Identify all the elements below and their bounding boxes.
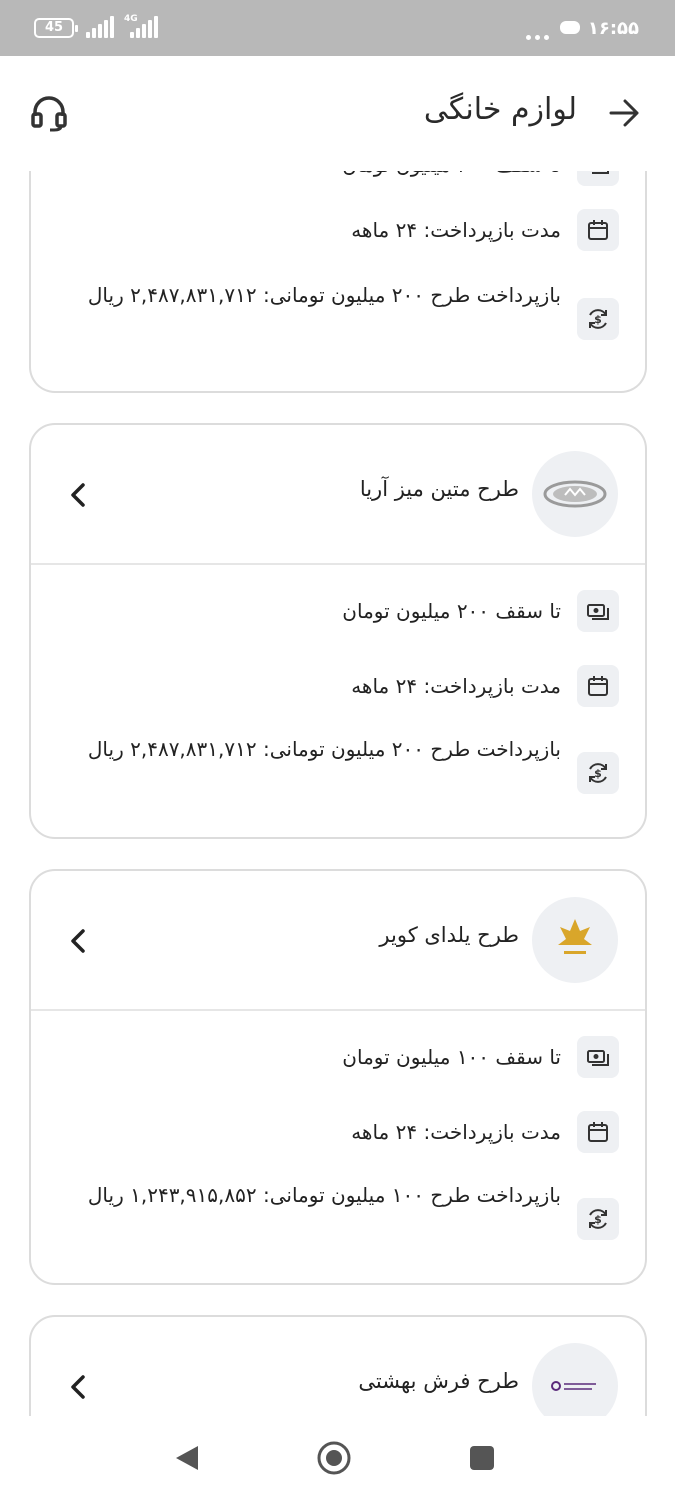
plan-logo xyxy=(532,451,618,537)
calendar-icon xyxy=(577,1111,619,1153)
ceiling-row: تا سقف ۲۰۰ میلیون تومان xyxy=(61,171,619,189)
ceiling-text: تا سقف ۲۰۰ میلیون تومان xyxy=(342,599,561,623)
plan-logo xyxy=(532,1343,618,1416)
plan-card[interactable]: طرح یلدای کویر تا سقف ۱۰۰ میلیون تومان م… xyxy=(29,869,647,1285)
money-icon xyxy=(577,1036,619,1078)
money-icon xyxy=(577,171,619,186)
plan-name: طرح یلدای کویر xyxy=(379,923,519,947)
signal-icon-2 xyxy=(130,16,160,38)
calendar-icon xyxy=(577,209,619,251)
app-bar: لوازم خانگی xyxy=(0,56,675,171)
svg-text:$: $ xyxy=(594,1213,602,1226)
ceiling-text: تا سقف ۱۰۰ میلیون تومان xyxy=(342,1045,561,1069)
plan-card-header[interactable]: طرح متین میز آریا xyxy=(31,425,645,565)
ceiling-row: تا سقف ۱۰۰ میلیون تومان xyxy=(61,1033,619,1081)
repayment-row: $ بازپرداخت طرح ۲۰۰ میلیون تومانی: ۲,۴۸۷… xyxy=(61,725,619,821)
duration-text: مدت بازپرداخت: ۲۴ ماهه xyxy=(351,674,561,698)
chevron-left-icon[interactable] xyxy=(69,1373,87,1401)
page-title: لوازم خانگی xyxy=(423,92,577,127)
repayment-text: بازپرداخت طرح ۲۰۰ میلیون تومانی: ۲,۴۸۷,۸… xyxy=(87,737,561,761)
repayment-text: بازپرداخت طرح ۲۰۰ میلیون تومانی: ۲,۴۸۷,۸… xyxy=(87,283,561,307)
dollar-refresh-icon: $ xyxy=(577,752,619,794)
more-notifications-icon xyxy=(526,25,553,44)
clock: ۱۶:۵۵ xyxy=(587,18,639,39)
plan-name: طرح متین میز آریا xyxy=(359,477,519,501)
plan-card-header[interactable]: طرح فرش بهشتی xyxy=(31,1317,645,1416)
signal-icon xyxy=(86,16,116,38)
system-nav-bar xyxy=(0,1416,675,1500)
dollar-refresh-icon: $ xyxy=(577,1198,619,1240)
duration-row: مدت بازپرداخت: ۲۴ ماهه xyxy=(61,1108,619,1156)
battery-indicator: 45 xyxy=(34,18,78,38)
repayment-row: $ بازپرداخت طرح ۱۰۰ میلیون تومانی: ۱,۲۴۳… xyxy=(61,1171,619,1267)
headset-icon[interactable] xyxy=(30,94,68,132)
duration-text: مدت بازپرداخت: ۲۴ ماهه xyxy=(351,218,561,242)
ceiling-text: تا سقف ۲۰۰ میلیون تومان xyxy=(61,171,561,189)
duration-text: مدت بازپرداخت: ۲۴ ماهه xyxy=(351,1120,561,1144)
plan-card[interactable]: طرح متین میز آریا تا سقف ۲۰۰ میلیون توما… xyxy=(29,423,647,839)
plan-card-header[interactable]: طرح یلدای کویر xyxy=(31,871,645,1011)
recents-square-icon[interactable] xyxy=(464,1440,500,1476)
duration-row: مدت بازپرداخت: ۲۴ ماهه xyxy=(61,662,619,710)
calendar-icon xyxy=(577,665,619,707)
repayment-text: بازپرداخت طرح ۱۰۰ میلیون تومانی: ۱,۲۴۳,۹… xyxy=(87,1183,561,1207)
svg-text:$: $ xyxy=(594,767,602,780)
plan-logo xyxy=(532,897,618,983)
chevron-left-icon[interactable] xyxy=(69,927,87,955)
home-circle-icon[interactable] xyxy=(316,1440,352,1476)
gamepad-icon xyxy=(560,21,580,34)
duration-row: مدت بازپرداخت: ۲۴ ماهه xyxy=(61,206,619,254)
plan-card[interactable]: طرح فرش بهشتی xyxy=(29,1315,647,1416)
plan-card[interactable]: تا سقف ۲۰۰ میلیون تومان مدت بازپرداخت: ۲… xyxy=(29,171,647,393)
dollar-refresh-icon: $ xyxy=(577,298,619,340)
plan-list[interactable]: تا سقف ۲۰۰ میلیون تومان مدت بازپرداخت: ۲… xyxy=(0,171,675,1416)
chevron-left-icon[interactable] xyxy=(69,481,87,509)
ceiling-row: تا سقف ۲۰۰ میلیون تومان xyxy=(61,587,619,635)
back-triangle-icon[interactable] xyxy=(170,1440,206,1476)
repayment-row: $ بازپرداخت طرح ۲۰۰ میلیون تومانی: ۲,۴۸۷… xyxy=(61,271,619,367)
arrow-right-icon[interactable] xyxy=(607,97,641,129)
status-bar: 45 4G ۱۶:۵۵ xyxy=(0,0,675,56)
svg-text:$: $ xyxy=(594,313,602,326)
plan-name: طرح فرش بهشتی xyxy=(358,1369,519,1393)
money-icon xyxy=(577,590,619,632)
